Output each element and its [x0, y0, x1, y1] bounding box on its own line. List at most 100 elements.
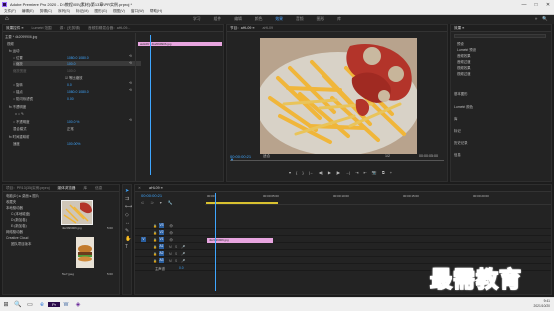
more-workspaces-icon[interactable]: » [535, 16, 538, 22]
workspace-tab-color[interactable]: 颜色 [255, 17, 263, 22]
track-label-v2[interactable]: V2 [159, 230, 164, 235]
solo-icon[interactable]: S [175, 259, 177, 263]
mark-in-icon[interactable]: { [296, 170, 297, 175]
track-eye-icon[interactable]: 👁 [169, 224, 173, 228]
effects-item-video-transitions[interactable]: 视频过渡 [457, 71, 471, 76]
mute-icon[interactable]: M [169, 259, 172, 263]
close-button[interactable]: ✕ [542, 2, 554, 8]
anchor-value[interactable]: 1080.0 1080.0 [67, 90, 89, 94]
minimize-button[interactable]: — [518, 2, 530, 8]
premiere-taskbar-icon[interactable]: Pr [48, 302, 60, 307]
thumbnail-burger[interactable] [76, 237, 94, 268]
source-patch-v1[interactable]: V [141, 237, 146, 242]
snap-icon[interactable]: ⊂ [141, 200, 144, 205]
effects-item-audio-effects[interactable]: 音频效果 [457, 53, 471, 58]
pen-tool-icon[interactable]: ✎ [125, 228, 129, 234]
section-markers[interactable]: 标记 [454, 128, 461, 133]
tree-creative-cloud[interactable]: Creative Cloud [6, 236, 28, 240]
track-label-a2[interactable]: A2 [159, 251, 164, 256]
track-select-tool-icon[interactable]: ⇉ [125, 196, 129, 202]
extract-icon[interactable]: ⇤ [363, 170, 366, 175]
maximize-button[interactable]: □ [530, 2, 542, 8]
rotation-value[interactable]: 0.0 [67, 83, 72, 87]
property-opacity-group[interactable]: fx 不透明度 [9, 104, 26, 109]
work-area-bar[interactable] [206, 202, 278, 204]
reset-icon[interactable]: ⟲ [129, 61, 132, 65]
mark-out-icon[interactable]: } [302, 170, 303, 175]
add-marker-icon[interactable]: ▾ [160, 200, 162, 205]
clock[interactable]: 9:41 2021/10/20 [533, 299, 550, 309]
export-frame-icon[interactable]: 📷 [372, 170, 377, 175]
edge-icon[interactable]: e [36, 302, 48, 308]
timeline-timecode[interactable]: 00:00:00:21 [141, 193, 162, 198]
track-lock-icon[interactable]: 🔒 [153, 252, 157, 256]
mute-icon[interactable]: M [169, 245, 172, 249]
program-video-frame[interactable] [260, 38, 417, 154]
ripple-edit-tool-icon[interactable]: ⟷ [125, 204, 132, 210]
tab-source[interactable]: 源：(无剪辑) [60, 26, 80, 31]
tree-drive-c[interactable]: C:(本地磁盘) [11, 211, 30, 216]
mic-icon[interactable]: 🎤 [181, 259, 185, 263]
tab-lumetri-scopes[interactable]: Lumetri 范围 [31, 26, 51, 31]
step-forward-icon[interactable]: |▶ [336, 170, 340, 175]
mask-tools[interactable]: □ ○ ✎ [15, 112, 24, 116]
mic-icon[interactable]: 🎤 [181, 245, 185, 249]
go-to-in-icon[interactable]: |← [309, 170, 314, 175]
mic-icon[interactable]: 🎤 [181, 252, 185, 256]
comparison-icon[interactable]: ⧉ [382, 170, 385, 175]
tree-network-drives[interactable]: 网络驱动器 [6, 229, 23, 234]
tree-favorites[interactable]: 收藏夹 [6, 199, 16, 204]
effects-item-video-effects[interactable]: 视频效果 [457, 65, 471, 70]
slip-tool-icon[interactable]: ↔ [125, 220, 130, 226]
section-history[interactable]: 历史记录 [454, 140, 468, 145]
reset-icon[interactable]: ⟲ [129, 54, 132, 58]
linked-selection-icon[interactable]: ⊃ [150, 200, 153, 205]
menu-edit[interactable]: 编辑(E) [22, 9, 34, 14]
home-icon[interactable]: ⌂ [5, 16, 9, 22]
menu-clip[interactable]: 剪辑(C) [40, 9, 52, 14]
tab-info[interactable]: 信息 [95, 186, 102, 191]
playhead[interactable] [150, 35, 151, 175]
section-libraries[interactable]: 库 [454, 116, 457, 121]
task-view-icon[interactable]: ▭ [24, 301, 36, 308]
tab-audio-mixer[interactable]: 音频剪辑混合器：aHL09... [88, 26, 130, 31]
play-icon[interactable]: ▶ [328, 170, 331, 175]
search-icon[interactable]: 🔍 [542, 16, 548, 22]
program-monitor-title[interactable]: 节目：aHL09 ≡ [230, 26, 254, 31]
solo-icon[interactable]: S [175, 245, 177, 249]
property-time-remap[interactable]: fx 时间重映射 [9, 134, 30, 139]
razor-tool-icon[interactable]: ◇ [125, 212, 129, 218]
effects-item-audio-transitions[interactable]: 音频过渡 [457, 59, 471, 64]
track-label-v1[interactable]: V1 [159, 237, 164, 242]
blend-mode-value[interactable]: 正常 [67, 126, 74, 131]
workspace-tab-audio[interactable]: 音频 [296, 17, 304, 22]
scrub-bar[interactable] [230, 160, 444, 161]
workspace-tab-editing[interactable]: 编辑 [234, 17, 242, 22]
section-lumetri-color[interactable]: Lumetri 颜色 [454, 104, 473, 109]
menu-file[interactable]: 文件(F) [4, 9, 16, 14]
fit-dropdown[interactable]: 适合 [263, 154, 270, 159]
selection-tool-icon[interactable]: ➤ [125, 188, 129, 194]
position-value[interactable]: 1080.0 1080.0 [67, 56, 89, 60]
master-volume-value[interactable]: 0.0 [179, 266, 184, 270]
solo-icon[interactable]: S [175, 252, 177, 256]
hand-tool-icon[interactable]: ✋ [125, 236, 131, 242]
track-lock-icon[interactable]: 🔒 [153, 231, 157, 235]
search-icon[interactable]: 🔍 [12, 301, 24, 308]
section-info[interactable]: 信息 [454, 152, 461, 157]
settings-wrench-icon[interactable]: 🔧 [168, 200, 173, 205]
effects-panel-title[interactable]: 效果 ≡ [454, 26, 464, 31]
menu-help[interactable]: 帮助(H) [150, 9, 162, 14]
type-tool-icon[interactable]: T [125, 244, 128, 250]
tab-effect-controls[interactable]: 效果控件 ≡ [6, 26, 23, 31]
track-lock-icon[interactable]: 🔒 [153, 224, 157, 228]
menu-window[interactable]: 窗口(W) [131, 9, 144, 14]
marker-icon[interactable]: ▾ [289, 170, 291, 175]
timeline-playhead[interactable] [215, 193, 216, 291]
playhead-icon[interactable]: ▼ [230, 157, 234, 162]
go-to-out-icon[interactable]: →| [345, 170, 350, 175]
menu-graphics[interactable]: 图形(G) [95, 9, 107, 14]
time-ruler[interactable]: 00:00 00:00:05:00 00:00:10:00 00:00:15:0… [205, 193, 551, 205]
uniform-scale-checkbox[interactable]: ☑ 等比缩放 [65, 75, 83, 80]
opacity-value[interactable]: 100.0 % [67, 120, 79, 124]
